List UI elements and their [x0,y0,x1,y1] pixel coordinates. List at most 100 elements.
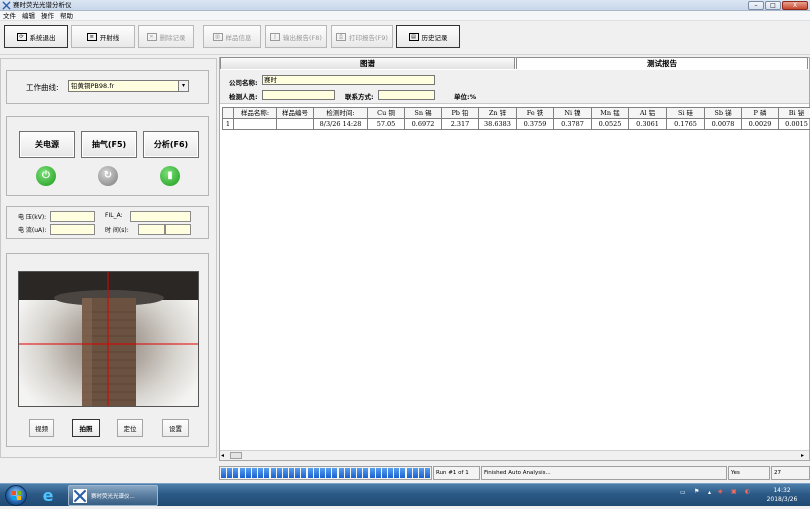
close-button[interactable]: X [782,1,808,10]
curve-select[interactable]: 铅黄铜PB98.fr ▾ [68,80,189,92]
keyboard-icon[interactable]: ▭ [680,489,686,496]
exit-icon: ⟳ [17,33,27,41]
run-status: Run #1 of 1 [433,466,480,480]
fil-label: FIL_A: [105,212,123,219]
progress-block [258,468,263,478]
table-cell[interactable]: 2.317 [442,119,479,130]
table-cell[interactable]: 0.6972 [405,119,442,130]
taskbar: e 赛时荧光光谱仪... ▭ ⚑ ▴ ◈ ▣ ◐ 14:32 2018/3/26 [0,483,810,506]
table-cell[interactable] [234,119,277,130]
ie-icon[interactable]: e [36,486,60,505]
taskbar-app-item[interactable]: 赛时荧光光谱仪... [68,485,158,506]
scroll-left-icon[interactable]: ◂ [221,452,224,459]
table-cell[interactable]: 57.05 [368,119,405,130]
scroll-right-icon[interactable]: ▸ [801,452,804,459]
table-cell[interactable]: 1 [223,119,234,130]
header-cell: Si 硅 [667,108,705,119]
sample-info-button[interactable]: ▥样品信息 [203,25,261,48]
progress-block [419,468,424,478]
progress-block [283,468,288,478]
locate-button[interactable]: 定位 [117,419,143,437]
time-field-2[interactable] [165,224,191,235]
time-label: 时 间(s): [105,225,129,234]
table-cell[interactable]: 0.3061 [629,119,667,130]
table-row[interactable]: 1 8/3/26 14:28 57.05 0.6972 2.317 38.638… [223,119,810,130]
open-ray-button[interactable]: ≡开射线 [71,25,135,48]
tab-report[interactable]: 测试报告 [516,57,808,69]
flag-icon[interactable]: ⚑ [694,488,699,495]
pump-button[interactable]: 抽气(F5) [81,131,137,158]
table-cell[interactable]: 8/3/26 14:28 [314,119,368,130]
tab-spectrum[interactable]: 图谱 [220,57,515,69]
settings-button[interactable]: 设置 [162,419,189,437]
menu-operate[interactable]: 操作 [38,11,57,21]
current-label: 电 流(uA): [18,225,47,234]
scroll-thumb[interactable] [230,452,242,459]
header-cell: Pb 铅 [442,108,479,119]
current-field[interactable] [50,224,95,235]
inspector-field[interactable] [262,90,335,100]
company-field[interactable]: 赛时 [262,75,435,85]
curve-label: 工作曲线: [26,82,59,93]
table-cell[interactable]: 0.1765 [667,119,705,130]
results-table[interactable]: 样品名称: 样品编号 检测时间: Cu 铜 Sn 锡 Pb 铅 Zn 锌 Fe … [222,107,810,130]
curve-value: 铅黄铜PB98.fr [71,82,114,90]
inspector-label: 检测人员: [229,91,258,101]
progress-block [264,468,269,478]
power-off-button[interactable]: 关电源 [19,131,75,158]
table-cell[interactable]: 0.3787 [554,119,592,130]
fil-field[interactable] [130,211,191,222]
progress-block [301,468,306,478]
table-cell[interactable]: 38.6383 [479,119,517,130]
exit-system-button[interactable]: ⟳系统退出 [4,25,68,48]
contact-field[interactable] [378,90,435,100]
network-icon[interactable]: ◈ [718,488,723,495]
header-cell: 样品名称: [234,108,277,119]
video-button[interactable]: 视频 [29,419,54,437]
history-button[interactable]: ▤历史记录 [396,25,460,48]
analyze-button[interactable]: 分析(F6) [143,131,199,158]
print-report-button[interactable]: ⎙打印报告(F9) [331,25,393,48]
menu-edit[interactable]: 编辑 [19,11,38,21]
camera-view [18,271,199,407]
menu-bar: 文件编辑操作帮助 [0,11,810,21]
export-report-button[interactable]: ▯输出报告(F8) [265,25,327,48]
tray-expand-icon[interactable]: ▴ [708,489,711,496]
sample-info-icon: ▥ [213,33,223,41]
progress-block [271,468,276,478]
clock-date[interactable]: 2018/3/26 [762,496,802,503]
header-cell: Al 铝 [629,108,667,119]
table-cell[interactable]: 0.0029 [742,119,779,130]
status-count: 27 [771,466,810,480]
table-cell[interactable]: 0.0078 [705,119,742,130]
start-button[interactable] [5,485,27,506]
voltage-label: 电 压(kV): [18,212,46,221]
table-cell[interactable]: 0.0015 [779,119,810,130]
table-cell[interactable]: 0.3759 [517,119,554,130]
photo-button[interactable]: 拍照 [72,419,100,437]
delete-icon: ✕ [147,33,157,41]
monitor-icon[interactable]: ▣ [731,488,737,495]
header-cell: Cu 铜 [368,108,405,119]
volume-icon[interactable]: ◐ [745,488,750,495]
horizontal-scrollbar[interactable]: ◂ ▸ [220,450,809,460]
menu-file[interactable]: 文件 [0,11,19,21]
progress-block [351,468,356,478]
header-cell: Bi 铋 [779,108,810,119]
toolbar: ⟳系统退出 ≡开射线 ✕删除记录 ▥样品信息 ▯输出报告(F8) ⎙打印报告(F… [0,21,810,55]
table-cell[interactable] [277,119,314,130]
progress-block [339,468,344,478]
header-cell: P 磷 [742,108,779,119]
maximize-button[interactable]: □ [765,1,781,10]
delete-record-button[interactable]: ✕删除记录 [138,25,194,48]
clock-time[interactable]: 14:32 [770,487,794,494]
progress-block [413,468,418,478]
menu-help[interactable]: 帮助 [57,11,76,21]
minimize-button[interactable]: – [748,1,764,10]
refresh-icon: ↻ [98,166,118,186]
progress-block [221,468,226,478]
time-field-1[interactable] [138,224,165,235]
table-cell[interactable]: 0.0525 [592,119,629,130]
voltage-field[interactable] [50,211,95,222]
header-cell: Fe 铁 [517,108,554,119]
